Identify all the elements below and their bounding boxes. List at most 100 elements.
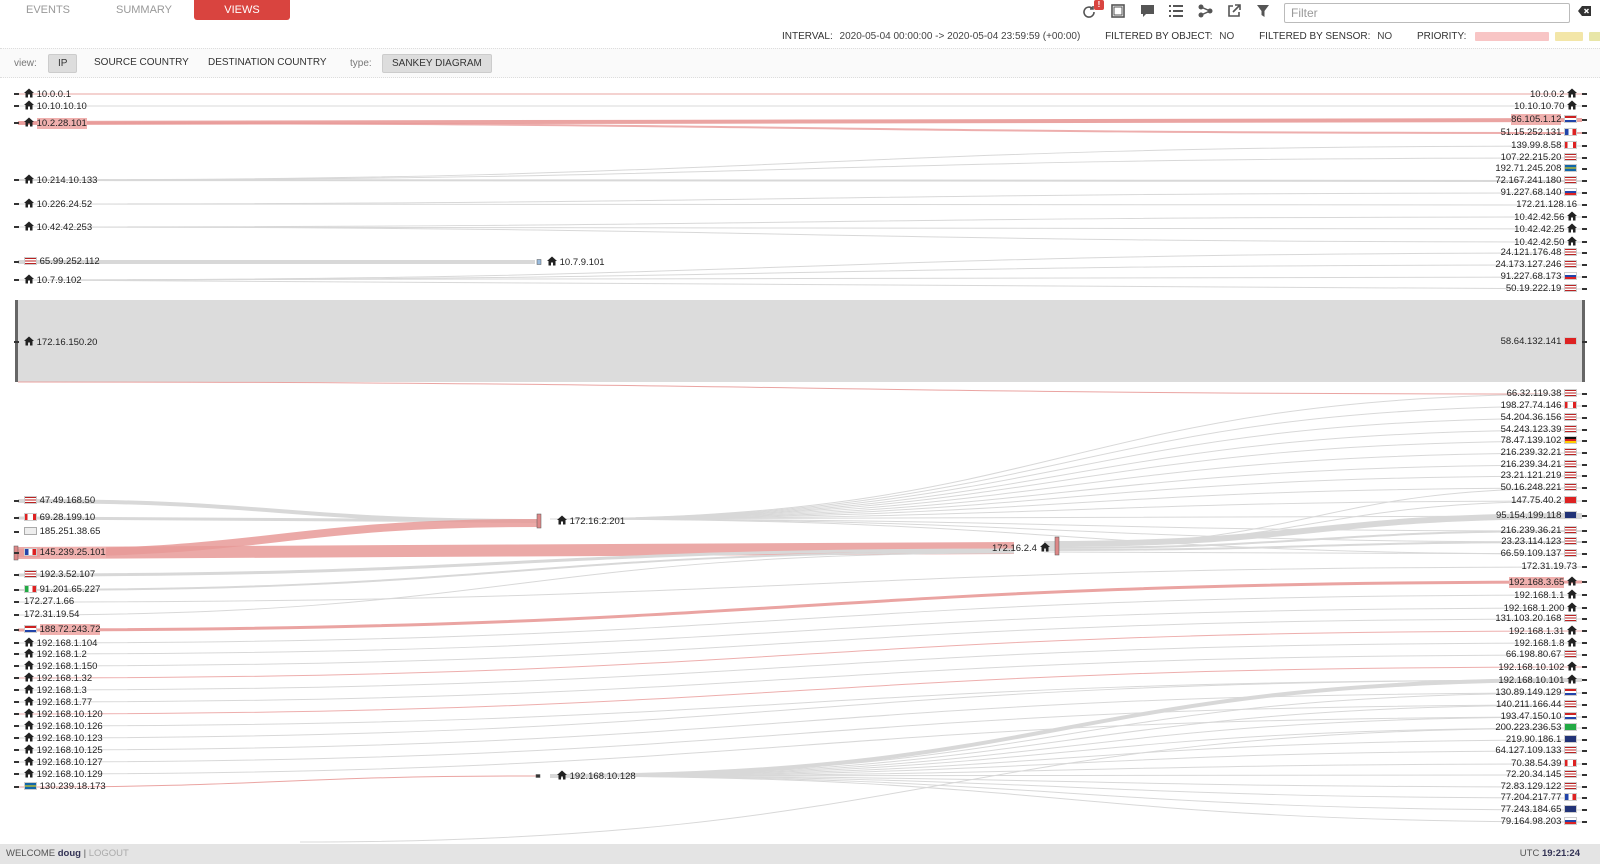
node-label-right[interactable]: 192.168.1.1: [1514, 589, 1577, 601]
node-marker[interactable]: [14, 500, 19, 502]
node-marker[interactable]: [1582, 119, 1587, 121]
node-marker[interactable]: [1582, 475, 1587, 477]
node-marker[interactable]: [14, 677, 19, 679]
node-marker[interactable]: [1582, 464, 1587, 466]
node-label-right[interactable]: 192.168.1.31: [1509, 625, 1577, 637]
node-marker[interactable]: [14, 689, 19, 691]
node-marker[interactable]: [14, 203, 19, 205]
node-label-right[interactable]: 23.21.121.219: [1501, 470, 1577, 482]
tab-events[interactable]: EVENTS: [0, 0, 96, 20]
node-marker[interactable]: [14, 653, 19, 655]
node-marker[interactable]: [1582, 809, 1587, 811]
node-label-middle[interactable]: 10.7.9.101: [547, 256, 605, 268]
node-marker[interactable]: [14, 761, 19, 763]
sankey-link[interactable]: [549, 393, 1583, 520]
node-marker[interactable]: [1582, 180, 1587, 182]
node-marker[interactable]: [14, 665, 19, 667]
node-marker[interactable]: [1582, 786, 1587, 788]
list-icon[interactable]: [1167, 4, 1185, 22]
node-label-middle[interactable]: 172.16.2.4: [992, 542, 1050, 554]
sankey-link[interactable]: [17, 145, 1583, 181]
node-label-left[interactable]: 185.251.38.65: [24, 526, 100, 538]
node-marker[interactable]: [14, 279, 19, 281]
node-marker[interactable]: [1582, 288, 1587, 290]
node-label-middle[interactable]: 172.16.2.201: [557, 515, 625, 527]
node-label-right[interactable]: 91.227.68.140: [1501, 187, 1577, 199]
sankey-node-bar[interactable]: [1054, 536, 1060, 556]
node-marker[interactable]: [1582, 145, 1587, 147]
node-marker[interactable]: [1582, 654, 1587, 656]
fullscreen-icon[interactable]: [1109, 4, 1127, 22]
node-label-right[interactable]: 192.168.10.102: [1498, 661, 1577, 673]
node-marker[interactable]: [14, 749, 19, 751]
node-label-left[interactable]: 192.168.10.127: [24, 756, 103, 768]
node-marker[interactable]: [1582, 642, 1587, 644]
filter-icon[interactable]: [1254, 4, 1272, 22]
sankey-link[interactable]: [17, 157, 1583, 181]
node-marker[interactable]: [14, 226, 19, 228]
node-label-right[interactable]: 50.16.248.221: [1501, 482, 1577, 494]
node-marker[interactable]: [1582, 487, 1587, 489]
node-label-left[interactable]: 91.201.65.227: [24, 584, 100, 596]
node-label-right[interactable]: 198.27.74.146: [1501, 400, 1577, 412]
node-label-right[interactable]: 172.21.128.16: [1516, 199, 1577, 211]
node-label-right[interactable]: 147.75.40.2: [1511, 495, 1577, 507]
node-marker[interactable]: [1582, 252, 1587, 254]
node-marker[interactable]: [14, 601, 19, 603]
sankey-node-bar[interactable]: [536, 259, 542, 265]
sankey-link[interactable]: [549, 716, 1583, 777]
node-marker[interactable]: [1582, 553, 1587, 555]
node-label-right[interactable]: 78.47.139.102: [1501, 435, 1577, 447]
node-marker[interactable]: [14, 701, 19, 703]
node-marker[interactable]: [1582, 157, 1587, 159]
sankey-link[interactable]: [17, 279, 1583, 290]
sankey-link-large[interactable]: [18, 300, 1582, 382]
node-label-right[interactable]: 91.227.68.173: [1501, 271, 1577, 283]
filter-input[interactable]: [1284, 3, 1570, 23]
node-label-middle[interactable]: 192.168.10.128: [557, 770, 636, 782]
node-label-right[interactable]: 79.164.98.203: [1501, 816, 1577, 828]
refresh-icon[interactable]: !: [1080, 0, 1104, 22]
tab-views[interactable]: VIEWS: [194, 0, 290, 20]
sankey-link[interactable]: [17, 630, 1583, 679]
node-label-right[interactable]: 192.71.245.208: [1495, 163, 1577, 175]
node-label-right[interactable]: 24.173.127.246: [1495, 259, 1577, 271]
node-marker[interactable]: [14, 105, 19, 107]
node-label-right[interactable]: 10.42.42.56: [1514, 211, 1577, 223]
node-marker[interactable]: [1582, 666, 1587, 668]
sankey-link[interactable]: [549, 464, 1583, 520]
node-marker[interactable]: [1582, 716, 1587, 718]
node-marker[interactable]: [1582, 105, 1587, 107]
node-label-left[interactable]: 192.168.1.77: [24, 696, 92, 708]
node-marker[interactable]: [1582, 192, 1587, 194]
node-label-right[interactable]: 77.243.184.65: [1501, 804, 1577, 816]
sankey-link[interactable]: [299, 727, 1583, 843]
sankey-link[interactable]: [17, 226, 1583, 243]
node-marker[interactable]: [1582, 341, 1587, 343]
tab-summary[interactable]: SUMMARY: [96, 0, 192, 20]
node-label-left[interactable]: 192.168.10.126: [24, 720, 103, 732]
node-marker[interactable]: [1582, 216, 1587, 218]
sankey-link[interactable]: [549, 475, 1583, 520]
node-marker[interactable]: [1582, 276, 1587, 278]
node-label-left[interactable]: 10.42.42.253: [24, 221, 92, 233]
node-marker[interactable]: [14, 517, 19, 519]
node-marker[interactable]: [14, 179, 19, 181]
node-marker[interactable]: [14, 614, 19, 616]
sankey-link[interactable]: [17, 580, 1583, 632]
node-label-left[interactable]: 192.168.1.3: [24, 684, 87, 696]
sankey-node-bar[interactable]: [536, 513, 542, 529]
sankey-link[interactable]: [17, 618, 1583, 667]
node-marker[interactable]: [14, 737, 19, 739]
sankey-link[interactable]: [17, 179, 1583, 182]
node-label-right[interactable]: 23.23.114.123: [1501, 536, 1577, 548]
node-marker[interactable]: [14, 713, 19, 715]
node-label-right[interactable]: 72.20.34.145: [1506, 769, 1577, 781]
node-label-left[interactable]: 10.0.0.1: [24, 88, 71, 100]
node-marker[interactable]: [1582, 204, 1587, 206]
node-marker[interactable]: [1582, 417, 1587, 419]
node-label-left[interactable]: 192.168.10.129: [24, 768, 103, 780]
node-label-right[interactable]: 131.103.20.168: [1495, 613, 1577, 625]
node-label-right[interactable]: 24.121.176.48: [1501, 247, 1577, 259]
priority-swatch[interactable]: [1589, 31, 1600, 41]
